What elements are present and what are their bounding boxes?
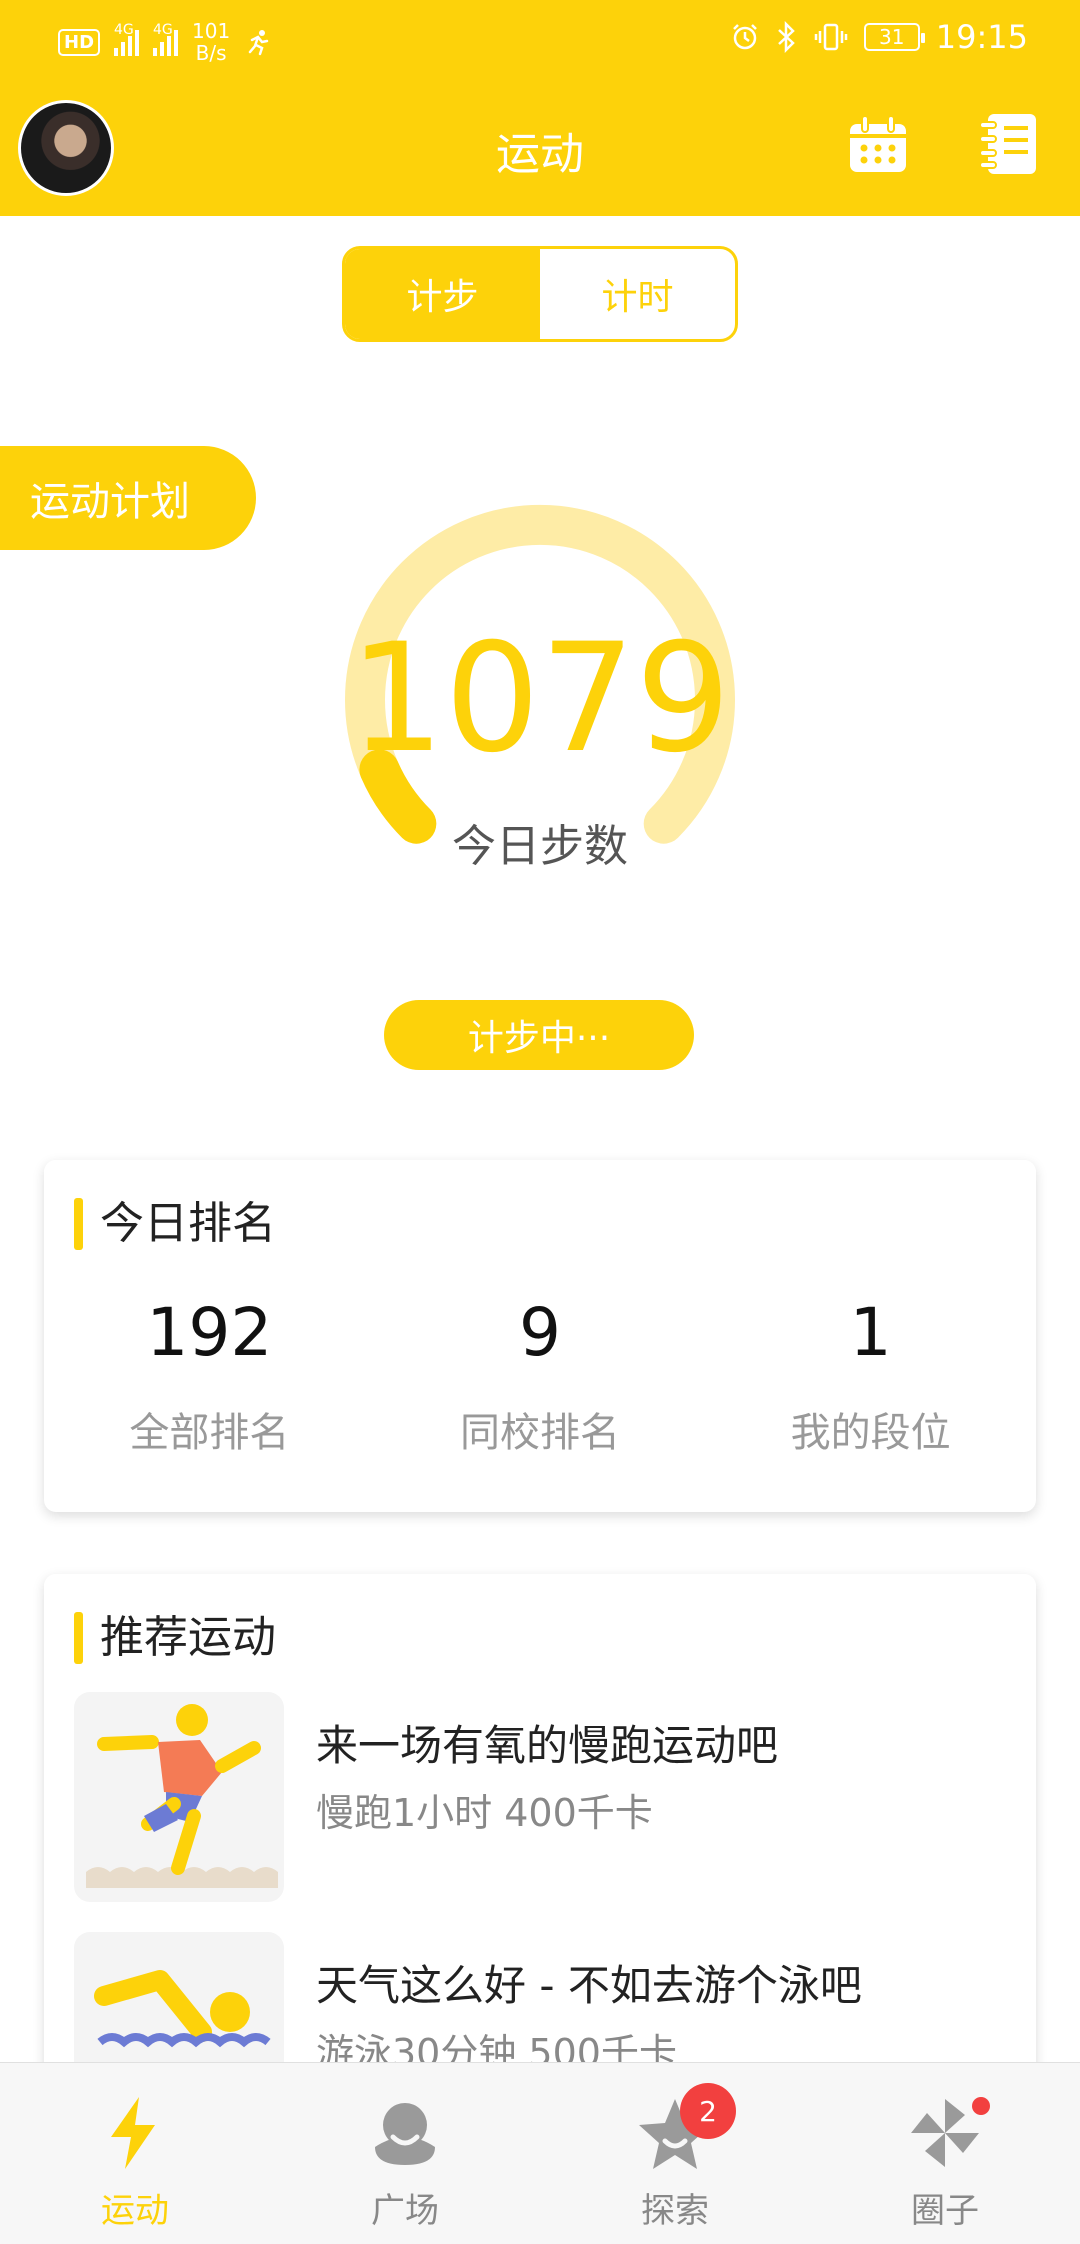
jogging-icon [74,1692,284,1902]
alarm-icon [732,24,757,50]
mode-toggle: 计步 计时 [342,246,738,342]
rank-value: 1 [849,1294,892,1371]
signal-1-icon: 4G [114,22,140,56]
bottom-tab-bar: 运动 广场 探索 圈子 2 [0,2062,1080,2244]
step-count-label: 今日步数 [452,821,628,872]
signal-2-icon: 4G [153,22,179,56]
counting-status-button[interactable]: 计步中··· [384,1000,694,1070]
step-count: 1079 [349,612,731,786]
net-speed: 101 B/s [192,20,230,64]
net-type-label: 4G [114,22,134,38]
net-speed-unit: B/s [195,41,227,65]
running-status-icon [248,30,269,56]
clock: 19:15 [935,18,1028,56]
tab-circle[interactable]: 圈子 [810,2063,1080,2244]
rank-school[interactable]: 9 同校排名 [375,1278,706,1498]
tab-explore[interactable]: 探索 [540,2063,810,2244]
ranking-list: 192 全部排名 9 同校排名 1 我的段位 [44,1278,1036,1498]
rank-label: 同校排名 [460,1410,620,1456]
rank-value: 192 [146,1294,273,1371]
battery-icon: 31 [863,23,925,51]
header-bar: HD 4G 4G 101 B/s 31 19:15 运动 [0,0,1080,216]
recommend-card: 推荐运动 来一场有氧的慢跑运动吧 慢跑1小时 400千卡 天气这么好 - 不如去… [44,1574,1036,2094]
rank-label: 我的段位 [790,1410,951,1456]
plaza-icon [375,2103,435,2165]
app-screen: HD 4G 4G 101 B/s 31 19:15 运动 计步 计时 运动计划 … [0,0,1080,2244]
status-right: 31 19:15 [730,18,1028,56]
recommend-item-title: 来一场有氧的慢跑运动吧 [316,1721,779,1770]
net-type-label: 4G [153,22,173,38]
tab-label: 广场 [371,2191,439,2231]
net-speed-value: 101 [192,19,231,43]
recommend-card-title: 推荐运动 [44,1574,1036,1692]
ranking-card: 今日排名 192 全部排名 9 同校排名 1 我的段位 [44,1160,1036,1512]
rank-value: 9 [519,1294,561,1371]
battery-level: 31 [879,25,905,49]
exercise-plan-button[interactable]: 运动计划 [0,446,256,550]
tab-timer[interactable]: 计时 [540,249,735,339]
rank-all[interactable]: 192 全部排名 [44,1278,375,1498]
tab-label: 运动 [101,2191,169,2231]
page-title: 运动 [496,129,584,180]
recommend-item-subtitle: 慢跑1小时 400千卡 [316,1791,653,1835]
tab-sports[interactable]: 运动 [0,2063,270,2244]
tab-plaza[interactable]: 广场 [270,2063,540,2244]
bluetooth-icon [777,21,795,53]
status-left: HD 4G 4G 101 B/s [58,20,272,64]
recommend-item-title: 天气这么好 - 不如去游个泳吧 [316,1961,862,2010]
lightning-icon [111,2097,155,2169]
rank-label: 全部排名 [129,1410,290,1456]
notebook-icon[interactable] [978,112,1042,176]
status-bar: HD 4G 4G 101 B/s 31 19:15 [0,0,1080,80]
notification-badge: 2 [680,2083,736,2139]
tab-label: 探索 [641,2191,709,2231]
rank-tier[interactable]: 1 我的段位 [705,1278,1036,1498]
ranking-card-title: 今日排名 [44,1160,1036,1278]
tab-steps[interactable]: 计步 [345,249,540,339]
hd-indicator: HD [58,28,101,56]
vibrate-icon [814,23,848,51]
tab-label: 圈子 [911,2191,979,2231]
calendar-icon[interactable] [846,112,910,176]
notification-dot [972,2097,990,2115]
recommend-item[interactable]: 来一场有氧的慢跑运动吧 慢跑1小时 400千卡 [44,1692,1036,1932]
